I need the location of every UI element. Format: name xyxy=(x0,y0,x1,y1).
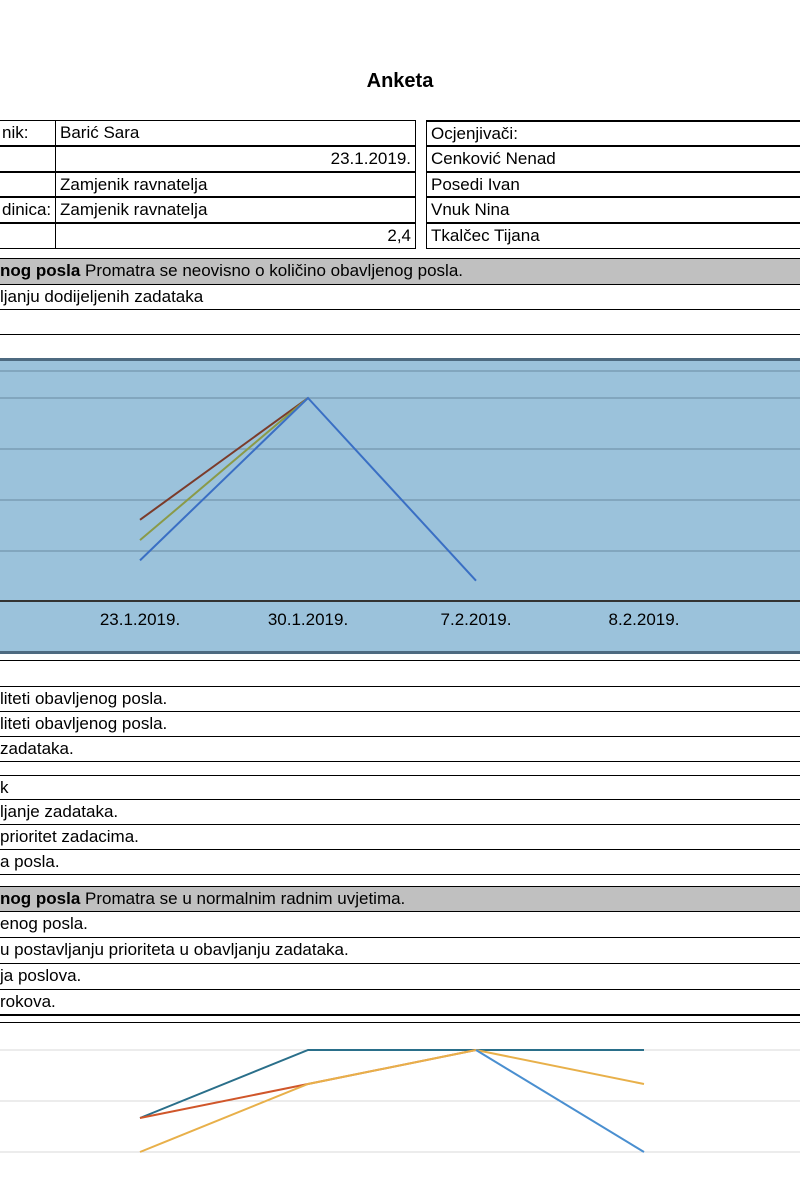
list-item xyxy=(0,660,800,687)
chart-1-x-tick: 7.2.2019. xyxy=(440,610,512,629)
list-item: zadataka. xyxy=(0,737,800,762)
chart-series-line-2 xyxy=(139,396,477,582)
list-item: liteti obavljenog posla. xyxy=(0,687,800,712)
section2-row: rokova. xyxy=(0,990,800,1016)
divider xyxy=(0,1022,800,1023)
info-label xyxy=(0,223,56,249)
list-item: a posla. xyxy=(0,850,800,875)
section2-row: ja poslova. xyxy=(0,964,800,990)
page-title: Anketa xyxy=(366,70,434,92)
list-item: k xyxy=(0,775,800,800)
info-label: nik: xyxy=(0,120,56,146)
section-header-1: nog posla Promatra se neovisno o količin… xyxy=(0,258,800,285)
chart-1-x-tick: 30.1.2019. xyxy=(267,610,349,629)
section2-row: enog posla. xyxy=(0,912,800,938)
info-value: Zamjenik ravnatelja xyxy=(55,197,416,223)
info-label: dinica: xyxy=(0,197,56,223)
list-item: liteti obavljenog posla. xyxy=(0,712,800,737)
section-header-1-text: Promatra se neovisno o količino obavljen… xyxy=(80,261,464,280)
info-value: Zamjenik ravnatelja xyxy=(55,172,416,197)
info-label xyxy=(0,172,56,197)
info-value: Barić Sara xyxy=(55,120,416,146)
chart-1-x-tick: 8.2.2019. xyxy=(608,610,680,629)
info-value: 2,4 xyxy=(55,223,416,249)
chart-1-x-tick: 23.1.2019. xyxy=(99,610,181,629)
chart-series-line-1 xyxy=(139,397,309,541)
section-header-1-bold: nog posla xyxy=(0,261,81,280)
list-item: prioritet zadacima. xyxy=(0,825,800,850)
evaluator-cell: Vnuk Nina xyxy=(426,197,800,223)
section2-row: u postavljanju prioriteta u obavljanju z… xyxy=(0,938,800,964)
section-header-2: nog posla Promatra se u normalnim radnim… xyxy=(0,886,800,912)
evaluator-cell: Tkalčec Tijana xyxy=(426,223,800,249)
info-value: 23.1.2019. xyxy=(55,146,416,172)
chart-2-svg xyxy=(0,1048,800,1153)
evaluator-cell: Ocjenjivači: xyxy=(426,120,800,146)
chart-series-line-0 xyxy=(139,397,309,521)
section1-row xyxy=(0,310,800,335)
evaluator-cell: Posedi Ivan xyxy=(426,172,800,197)
info-label xyxy=(0,146,56,172)
section1-row: ljanju dodijeljenih zadataka xyxy=(0,285,800,310)
section-header-2-bold: nog posla xyxy=(0,889,81,908)
chart-series-line-0 xyxy=(139,1049,644,1119)
chart-1-svg xyxy=(0,370,800,602)
section-header-2-text: Promatra se u normalnim radnim uvjetima. xyxy=(80,889,406,908)
evaluator-cell: Cenković Nenad xyxy=(426,146,800,172)
list-item: ljanje zadataka. xyxy=(0,800,800,825)
